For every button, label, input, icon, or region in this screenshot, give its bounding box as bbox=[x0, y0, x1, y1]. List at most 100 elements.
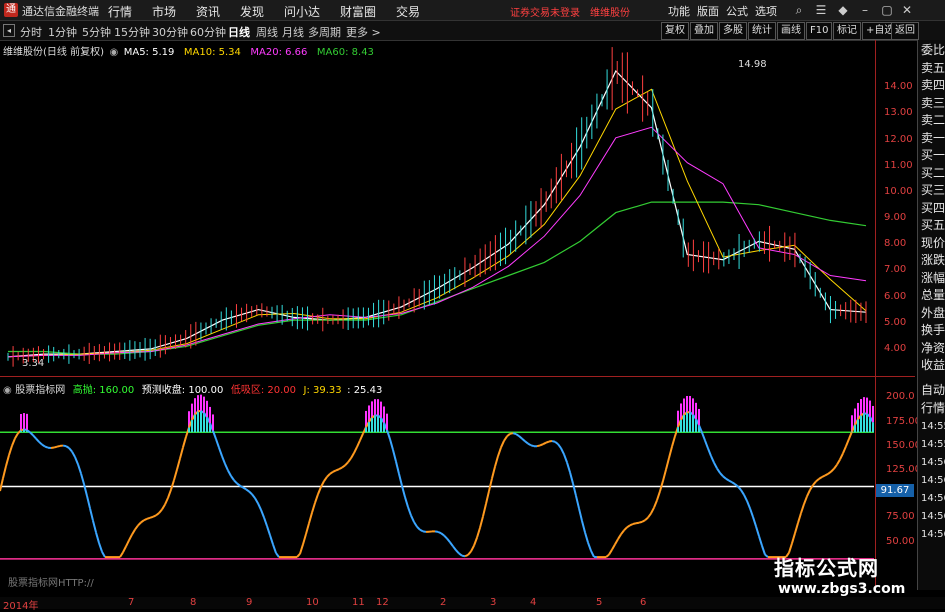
k-segment bbox=[585, 532, 588, 542]
panel-toggle-icon[interactable]: ◂ bbox=[3, 24, 15, 37]
main-kline-chart[interactable]: 维维股份(日线 前复权) ◉ MA5: 5.19 MA10: 5.34 MA20… bbox=[0, 40, 874, 372]
k-segment bbox=[609, 550, 612, 555]
adjust-button[interactable]: 复权 bbox=[661, 22, 689, 40]
indicator-lines bbox=[0, 395, 873, 557]
quote-side-panel: 委比卖五卖四卖三卖二卖一买一买二买三买四买五现价涨跌涨幅总量外盘换手净资收益 bbox=[917, 40, 945, 380]
k-segment bbox=[246, 489, 249, 491]
k-segment bbox=[156, 513, 159, 515]
k-segment bbox=[162, 505, 165, 510]
tab-period-timeshare[interactable]: 分时 bbox=[20, 24, 42, 40]
dropdown-icon[interactable]: ◉ bbox=[109, 47, 118, 58]
date-label-4: 10 bbox=[306, 597, 319, 608]
buy-low-legend: 低吸区: 20.00 bbox=[231, 385, 296, 396]
low-price-label: 3.34 bbox=[22, 358, 44, 369]
mark-button[interactable]: 标记 bbox=[833, 22, 861, 40]
k-segment bbox=[813, 481, 816, 485]
k-segment bbox=[633, 523, 636, 524]
menu-market[interactable]: 市场 bbox=[152, 3, 176, 20]
menu-news[interactable]: 资讯 bbox=[196, 3, 220, 20]
value-legend: : 25.43 bbox=[347, 385, 382, 396]
k-segment bbox=[831, 469, 834, 472]
k-segment bbox=[123, 546, 126, 552]
settings-icon[interactable]: ☰ bbox=[812, 2, 830, 18]
menu-functions[interactable]: 功能 bbox=[668, 3, 690, 19]
tab-period-15min[interactable]: 15分钟 bbox=[114, 24, 150, 40]
tab-period-more[interactable]: 更多 > bbox=[346, 24, 381, 40]
ma20-legend: MA20: 6.66 bbox=[250, 47, 307, 58]
menu-discover[interactable]: 发现 bbox=[240, 3, 264, 20]
k-segment bbox=[714, 463, 717, 469]
tab-period-multi[interactable]: 多周期 bbox=[308, 24, 341, 40]
k-segment bbox=[222, 456, 225, 464]
indicator-reference-lines bbox=[0, 432, 874, 559]
bell-icon[interactable]: ◆ bbox=[834, 2, 852, 18]
k-segment bbox=[144, 519, 147, 520]
indicator-chart[interactable]: ◉ 股票指标网 高抛: 160.00 预测收盘: 100.00 低吸区: 20.… bbox=[0, 379, 874, 587]
indicator-dropdown-icon[interactable]: ◉ bbox=[3, 385, 12, 396]
k-segment bbox=[507, 434, 510, 436]
k-segment bbox=[525, 441, 528, 443]
k-segment bbox=[459, 553, 462, 555]
side-item-16: 换手 bbox=[921, 324, 945, 337]
high-price-label: 14.98 bbox=[738, 59, 767, 70]
tab-period-daily[interactable]: 日线 bbox=[228, 24, 250, 40]
k-segment bbox=[270, 535, 273, 544]
menu-ask[interactable]: 问小达 bbox=[284, 3, 320, 20]
k-segment bbox=[417, 527, 420, 530]
multi-stock-button[interactable]: 多股 bbox=[719, 22, 747, 40]
k-segment bbox=[126, 540, 129, 546]
k-segment bbox=[456, 550, 459, 553]
statistics-button[interactable]: 统计 bbox=[748, 22, 776, 40]
main-chart-title: 维维股份(日线 前复权) bbox=[3, 47, 104, 58]
k-segment bbox=[219, 448, 222, 456]
k-segment bbox=[573, 484, 576, 496]
date-label-11: 6 bbox=[640, 597, 646, 608]
tick-item-3: 14:55 bbox=[921, 438, 945, 451]
k-segment bbox=[15, 433, 18, 438]
site-watermark: 指标公式网 www.zbgs3.com bbox=[764, 549, 932, 601]
menu-trade[interactable]: 交易 bbox=[396, 3, 420, 20]
login-warning[interactable]: 证券交易未登录 bbox=[510, 4, 580, 19]
k-segment bbox=[576, 496, 579, 509]
menu-layout[interactable]: 版面 bbox=[697, 3, 719, 19]
k-segment bbox=[90, 508, 93, 520]
k-segment bbox=[450, 542, 453, 546]
k-segment bbox=[36, 439, 39, 442]
k-segment bbox=[414, 522, 417, 527]
overlay-button[interactable]: 叠加 bbox=[690, 22, 718, 40]
menu-quotes[interactable]: 行情 bbox=[108, 3, 132, 20]
k-segment bbox=[75, 457, 78, 464]
k-segment bbox=[342, 465, 345, 467]
k-segment bbox=[6, 455, 9, 466]
back-button[interactable]: 返回 bbox=[891, 22, 919, 40]
k-segment bbox=[12, 438, 15, 445]
k-segment bbox=[522, 439, 525, 442]
k-segment bbox=[408, 507, 411, 515]
tab-period-monthly[interactable]: 月线 bbox=[282, 24, 304, 40]
search-icon[interactable]: ⌕ bbox=[790, 2, 808, 18]
tab-period-weekly[interactable]: 周线 bbox=[256, 24, 278, 40]
f10-button[interactable]: F10 bbox=[806, 22, 832, 40]
tab-period-1min[interactable]: 1分钟 bbox=[48, 24, 77, 40]
period-toolbar: ◂ 分时 1分钟 5分钟 15分钟 30分钟 60分钟 日线 周线 月线 多周期… bbox=[0, 21, 945, 41]
menu-wealth[interactable]: 财富圈 bbox=[340, 3, 376, 20]
tick-item-2: 14:55 bbox=[921, 420, 945, 433]
k-segment bbox=[729, 481, 732, 483]
tab-period-60min[interactable]: 60分钟 bbox=[190, 24, 226, 40]
close-icon[interactable]: ✕ bbox=[898, 2, 916, 18]
k-segment bbox=[390, 439, 393, 450]
menu-formula[interactable]: 公式 bbox=[726, 3, 748, 19]
k-segment bbox=[636, 523, 639, 524]
menu-options[interactable]: 选项 bbox=[755, 3, 777, 19]
draw-line-button[interactable]: 画线 bbox=[777, 22, 805, 40]
k-segment bbox=[513, 433, 516, 434]
tab-period-30min[interactable]: 30分钟 bbox=[152, 24, 188, 40]
side-item-9: 买四 bbox=[921, 202, 945, 215]
k-segment bbox=[627, 525, 630, 527]
k-segment bbox=[792, 533, 795, 543]
k-segment bbox=[795, 523, 798, 533]
side-item-17: 净资 bbox=[921, 342, 945, 355]
maximize-icon[interactable]: ▢ bbox=[878, 2, 896, 18]
tab-period-5min[interactable]: 5分钟 bbox=[82, 24, 111, 40]
minimize-icon[interactable]: – bbox=[856, 2, 874, 18]
